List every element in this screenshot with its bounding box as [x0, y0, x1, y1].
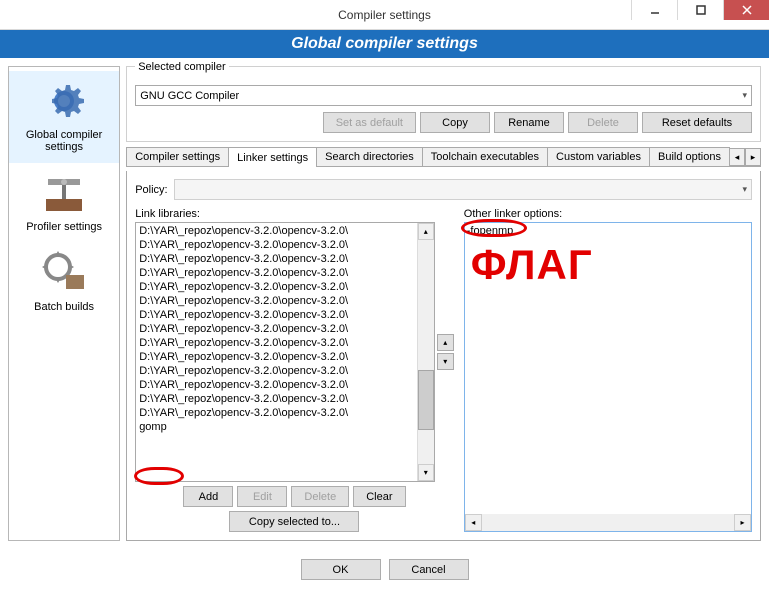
delete-lib-button[interactable]: Delete — [291, 486, 349, 507]
scroll-down-icon[interactable]: ▾ — [418, 464, 434, 481]
tab-custom-variables[interactable]: Custom variables — [547, 147, 650, 166]
copy-button[interactable]: Copy — [420, 112, 490, 133]
link-libraries-list[interactable]: D:\YAR\_repoz\opencv-3.2.0\opencv-3.2.0\… — [135, 222, 435, 482]
move-up-button[interactable]: ▴ — [437, 334, 454, 351]
link-libraries-label: Link libraries: — [135, 208, 454, 220]
list-item[interactable]: D:\YAR\_repoz\opencv-3.2.0\opencv-3.2.0\ — [137, 224, 416, 238]
add-lib-button[interactable]: Add — [183, 486, 233, 507]
dialog-buttons: OK Cancel — [0, 549, 769, 590]
cancel-button[interactable]: Cancel — [389, 559, 469, 580]
sidebar-item-profiler[interactable]: Profiler settings — [9, 163, 119, 243]
batch-icon — [40, 249, 88, 297]
list-item[interactable]: D:\YAR\_repoz\opencv-3.2.0\opencv-3.2.0\ — [137, 364, 416, 378]
titlebar: Compiler settings — [0, 0, 769, 30]
list-item[interactable]: D:\YAR\_repoz\opencv-3.2.0\opencv-3.2.0\ — [137, 252, 416, 266]
scroll-left-icon[interactable]: ◂ — [465, 514, 482, 531]
section-header: Global compiler settings — [0, 30, 769, 58]
tab-scroll-right[interactable]: ▸ — [745, 148, 761, 166]
minimize-button[interactable] — [631, 0, 677, 20]
list-item[interactable]: D:\YAR\_repoz\opencv-3.2.0\opencv-3.2.0\ — [137, 336, 416, 350]
selected-compiler-group: Selected compiler GNU GCC Compiler ▾ Set… — [126, 66, 761, 142]
sidebar-item-batch[interactable]: Batch builds — [9, 243, 119, 323]
profiler-icon — [40, 169, 88, 217]
sidebar-item-global-compiler[interactable]: Global compiler settings — [9, 71, 119, 163]
tab-scroll-left[interactable]: ◂ — [729, 148, 745, 166]
policy-label: Policy: — [135, 184, 167, 196]
list-item[interactable]: D:\YAR\_repoz\opencv-3.2.0\opencv-3.2.0\ — [137, 266, 416, 280]
set-default-button[interactable]: Set as default — [323, 112, 416, 133]
chevron-down-icon: ▾ — [742, 184, 747, 195]
list-item[interactable]: D:\YAR\_repoz\opencv-3.2.0\opencv-3.2.0\ — [137, 378, 416, 392]
gear-icon — [40, 77, 88, 125]
ok-button[interactable]: OK — [301, 559, 381, 580]
list-item[interactable]: D:\YAR\_repoz\opencv-3.2.0\opencv-3.2.0\ — [137, 238, 416, 252]
maximize-button[interactable] — [677, 0, 723, 20]
group-legend: Selected compiler — [135, 61, 228, 73]
linker-tab-content: Policy: ▾ Link libraries: D:\YAR\_repoz\… — [126, 171, 761, 541]
other-linker-textarea[interactable]: -fopenmp ФЛАГ ◂ ▸ — [464, 222, 752, 532]
list-scrollbar[interactable]: ▴ ▾ — [417, 223, 434, 481]
window-controls — [631, 0, 769, 20]
scroll-up-icon[interactable]: ▴ — [418, 223, 434, 240]
edit-lib-button[interactable]: Edit — [237, 486, 287, 507]
list-item[interactable]: D:\YAR\_repoz\opencv-3.2.0\opencv-3.2.0\ — [137, 280, 416, 294]
clear-libs-button[interactable]: Clear — [353, 486, 405, 507]
list-item[interactable]: D:\YAR\_repoz\opencv-3.2.0\opencv-3.2.0\ — [137, 308, 416, 322]
compiler-value: GNU GCC Compiler — [140, 90, 239, 102]
chevron-down-icon: ▾ — [742, 90, 747, 101]
category-sidebar: Global compiler settings Profiler settin… — [8, 66, 120, 541]
list-item[interactable]: D:\YAR\_repoz\opencv-3.2.0\opencv-3.2.0\ — [137, 294, 416, 308]
tab-build-options[interactable]: Build options — [649, 147, 730, 166]
sidebar-label: Batch builds — [13, 301, 115, 313]
list-item[interactable]: D:\YAR\_repoz\opencv-3.2.0\opencv-3.2.0\ — [137, 322, 416, 336]
compiler-combo[interactable]: GNU GCC Compiler ▾ — [135, 85, 752, 106]
list-item[interactable]: D:\YAR\_repoz\opencv-3.2.0\opencv-3.2.0\ — [137, 406, 416, 420]
sidebar-label: Global compiler settings — [13, 129, 115, 153]
policy-combo[interactable]: ▾ — [174, 179, 752, 200]
tab-search-directories[interactable]: Search directories — [316, 147, 423, 166]
tab-compiler-settings[interactable]: Compiler settings — [126, 147, 229, 166]
sidebar-label: Profiler settings — [13, 221, 115, 233]
rename-button[interactable]: Rename — [494, 112, 564, 133]
other-linker-value: -fopenmp — [467, 225, 749, 237]
close-button[interactable] — [723, 0, 769, 20]
reset-defaults-button[interactable]: Reset defaults — [642, 112, 752, 133]
move-down-button[interactable]: ▾ — [437, 353, 454, 370]
scroll-right-icon[interactable]: ▸ — [734, 514, 751, 531]
list-item[interactable]: D:\YAR\_repoz\opencv-3.2.0\opencv-3.2.0\ — [137, 392, 416, 406]
delete-compiler-button[interactable]: Delete — [568, 112, 638, 133]
tab-linker-settings[interactable]: Linker settings — [228, 147, 317, 167]
copy-selected-to-button[interactable]: Copy selected to... — [229, 511, 359, 532]
list-item[interactable]: D:\YAR\_repoz\opencv-3.2.0\opencv-3.2.0\ — [137, 350, 416, 364]
tab-toolchain[interactable]: Toolchain executables — [422, 147, 548, 166]
list-item[interactable]: gomp — [137, 420, 416, 434]
settings-tabs: Compiler settings Linker settings Search… — [126, 146, 761, 167]
h-scrollbar[interactable]: ◂ ▸ — [465, 514, 751, 531]
other-linker-label: Other linker options: — [464, 208, 752, 220]
annotation-flag-text: ФЛАГ — [471, 241, 593, 289]
